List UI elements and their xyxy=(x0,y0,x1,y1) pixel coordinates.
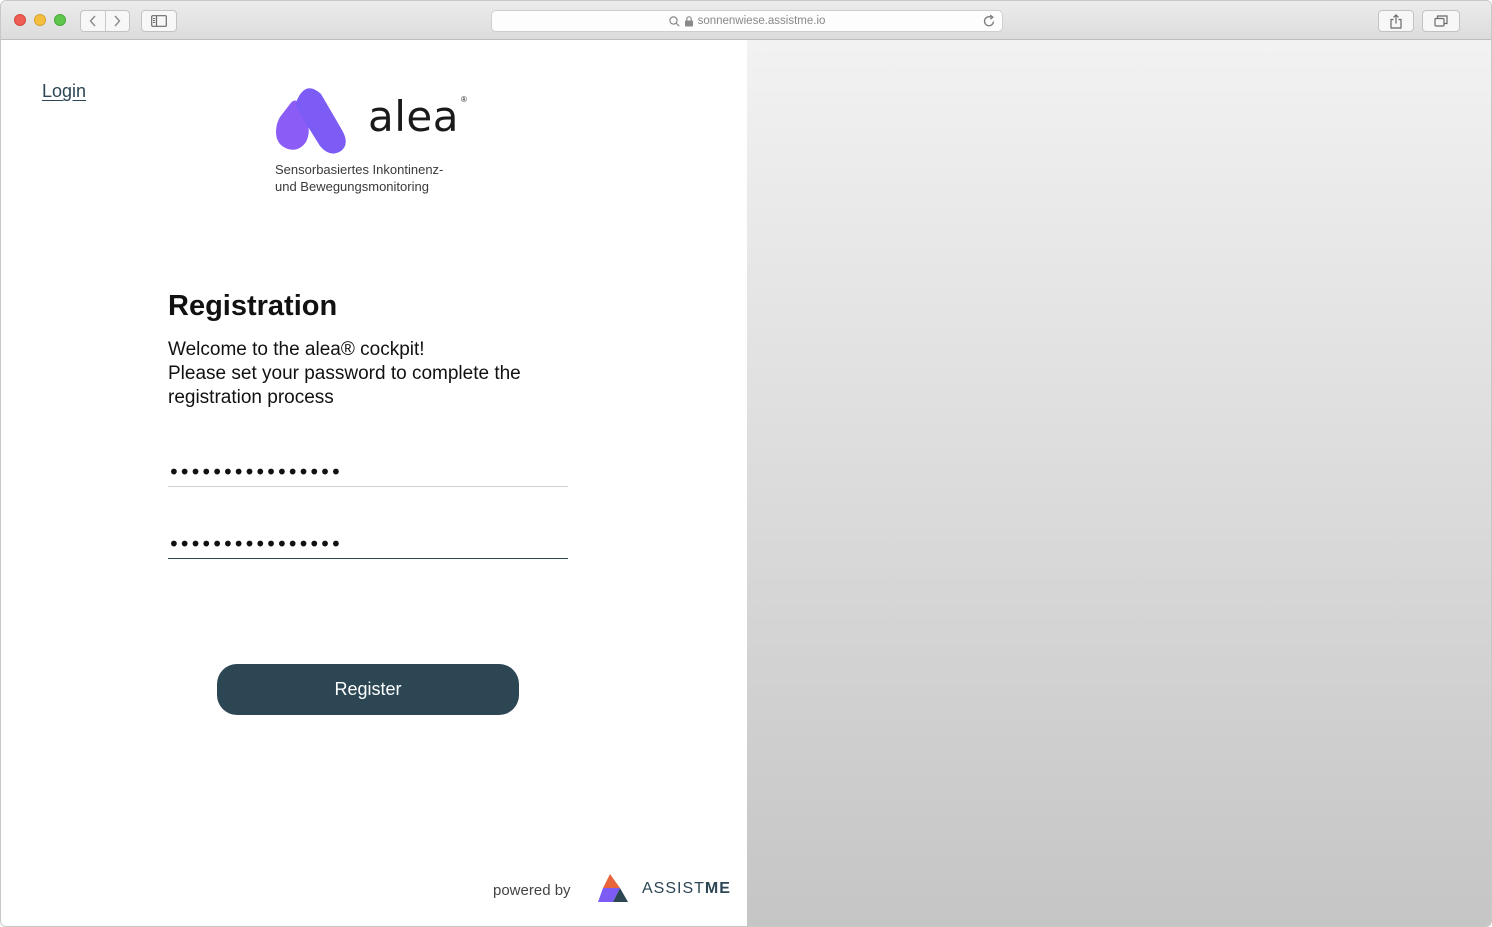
search-icon xyxy=(668,15,680,27)
registration-panel: Login alea ® Sensorbasiertes Inkontinenz… xyxy=(1,40,747,926)
tabs-icon xyxy=(1434,15,1448,27)
reload-button[interactable] xyxy=(983,14,996,33)
welcome-line-1: Welcome to the alea® cockpit! xyxy=(168,339,425,360)
login-link[interactable]: Login xyxy=(42,81,86,102)
sidebar-icon xyxy=(151,15,167,27)
minimize-window-button[interactable] xyxy=(34,14,46,26)
forward-button[interactable] xyxy=(104,11,130,31)
password-confirm-field[interactable] xyxy=(168,529,568,559)
brand-registered-mark: ® xyxy=(461,95,467,104)
address-bar[interactable]: sonnenwiese.assistme.io xyxy=(491,10,1003,32)
url-search-group: sonnenwiese.assistme.io xyxy=(668,15,826,27)
chevron-right-icon xyxy=(114,15,121,27)
assistme-wordmark: ASSISTME xyxy=(642,880,731,898)
back-button[interactable] xyxy=(81,11,105,31)
brand-name: alea xyxy=(368,92,459,141)
browser-window: sonnenwiese.assistme.io Login alea ® Sen… xyxy=(0,0,1492,927)
url-text: sonnenwiese.assistme.io xyxy=(697,15,826,27)
browser-toolbar: sonnenwiese.assistme.io xyxy=(1,1,1491,40)
close-window-button[interactable] xyxy=(14,14,26,26)
welcome-message: Welcome to the alea® cockpit! Please set… xyxy=(168,338,588,410)
share-icon xyxy=(1390,13,1402,29)
assistme-logo-icon xyxy=(598,874,628,902)
tagline-line-1: Sensorbasiertes Inkontinenz- xyxy=(275,162,444,177)
brand-tagline: Sensorbasiertes Inkontinenz- und Bewegun… xyxy=(275,161,495,195)
sidebar-toggle-button[interactable] xyxy=(141,10,177,32)
assistme-wordmark-bold: ME xyxy=(704,880,731,897)
chevron-left-icon xyxy=(89,15,96,27)
zoom-window-button[interactable] xyxy=(54,14,66,26)
history-navigation xyxy=(80,10,130,32)
lock-icon xyxy=(684,15,693,26)
decorative-panel xyxy=(747,40,1491,926)
reload-icon xyxy=(983,14,995,27)
tagline-line-2: und Bewegungsmonitoring xyxy=(275,179,429,194)
assistme-wordmark-light: ASSIST xyxy=(642,880,705,897)
share-button[interactable] xyxy=(1378,10,1414,32)
page-title: Registration xyxy=(168,290,338,322)
welcome-line-2: Please set your password to complete the… xyxy=(168,363,521,408)
powered-by-label: powered by xyxy=(493,882,571,899)
password-field[interactable] xyxy=(168,457,568,487)
show-tabs-button[interactable] xyxy=(1422,10,1460,32)
register-button[interactable]: Register xyxy=(217,664,519,715)
